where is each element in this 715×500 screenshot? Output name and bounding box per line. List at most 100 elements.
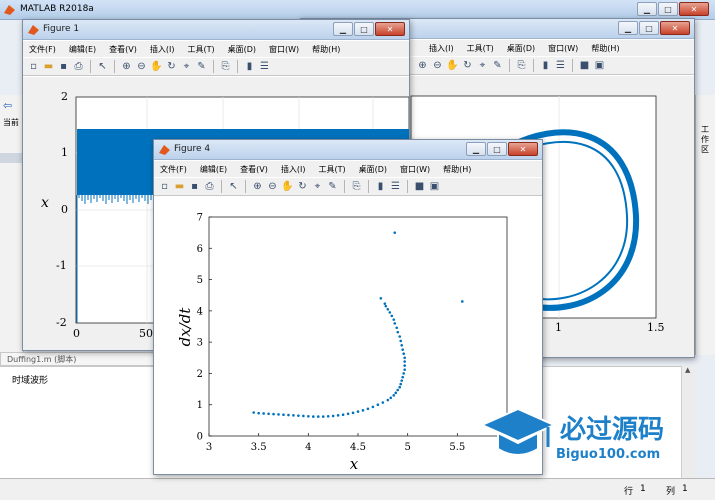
script-tab[interactable]: Duffing1.m (脚本) bbox=[0, 352, 160, 366]
menu-help[interactable]: 帮助(H) bbox=[312, 44, 340, 55]
hide-tools-icon[interactable]: ■ bbox=[413, 180, 426, 193]
new-figure-icon[interactable]: ▫ bbox=[158, 180, 171, 193]
menu-view[interactable]: 查看(V) bbox=[109, 44, 137, 55]
scatter-point bbox=[341, 413, 345, 417]
figure1-titlebar[interactable]: Figure 1 ▁ □ ✕ bbox=[23, 20, 409, 40]
rotate-icon[interactable]: ↻ bbox=[296, 180, 309, 193]
data-cursor-icon[interactable]: ⌖ bbox=[476, 59, 489, 72]
zoom-in-icon[interactable]: ⊕ bbox=[416, 59, 429, 72]
scatter-point bbox=[398, 335, 402, 338]
menu-tools[interactable]: 工具(T) bbox=[467, 43, 494, 54]
menu-edit[interactable]: 编辑(E) bbox=[69, 44, 96, 55]
zoom-out-icon[interactable]: ⊖ bbox=[266, 180, 279, 193]
close-button[interactable]: ✕ bbox=[508, 142, 538, 156]
pointer-icon[interactable]: ↖ bbox=[227, 180, 240, 193]
folder-row[interactable] bbox=[0, 153, 24, 163]
legend-icon[interactable]: ☰ bbox=[389, 180, 402, 193]
menu-help[interactable]: 帮助(H) bbox=[591, 43, 619, 54]
menu-desktop[interactable]: 桌面(D) bbox=[507, 43, 535, 54]
menu-desktop[interactable]: 桌面(D) bbox=[228, 44, 256, 55]
figure1-title: Figure 1 bbox=[43, 24, 80, 34]
scatter-point bbox=[371, 405, 375, 409]
scroll-up-icon[interactable]: ▲ bbox=[685, 366, 690, 374]
scatter-point bbox=[386, 307, 390, 311]
x-tick-label: 5 bbox=[404, 442, 410, 453]
data-cursor-icon[interactable]: ⌖ bbox=[311, 180, 324, 193]
open-file-icon[interactable]: ▬ bbox=[173, 180, 186, 193]
brush-icon[interactable]: ✎ bbox=[326, 180, 339, 193]
menu-view[interactable]: 查看(V) bbox=[240, 164, 268, 175]
print-icon[interactable]: ⎙ bbox=[203, 180, 216, 193]
command-scrollbar[interactable]: ▲ bbox=[681, 366, 695, 478]
scatter-point bbox=[257, 411, 260, 415]
pointer-icon[interactable]: ↖ bbox=[96, 60, 109, 73]
rotate-icon[interactable]: ↻ bbox=[165, 60, 178, 73]
close-button[interactable]: ✕ bbox=[679, 2, 709, 16]
figure4-menubar: 文件(F) 编辑(E) 查看(V) 插入(I) 工具(T) 桌面(D) 窗口(W… bbox=[154, 161, 542, 177]
scatter-point bbox=[401, 375, 404, 379]
save-icon[interactable]: ▪ bbox=[57, 60, 70, 73]
zoom-in-icon[interactable]: ⊕ bbox=[251, 180, 264, 193]
menu-window[interactable]: 窗口(W) bbox=[269, 44, 299, 55]
link-plot-icon[interactable]: ⎘ bbox=[350, 180, 363, 193]
brush-icon[interactable]: ✎ bbox=[491, 59, 504, 72]
open-file-icon[interactable]: ▬ bbox=[42, 60, 55, 73]
maximize-button[interactable]: □ bbox=[354, 22, 374, 36]
scatter-point bbox=[336, 414, 340, 417]
link-plot-icon[interactable]: ⎘ bbox=[515, 59, 528, 72]
menu-tools[interactable]: 工具(T) bbox=[187, 44, 214, 55]
show-tools-icon[interactable]: ▣ bbox=[428, 180, 441, 193]
brush-icon[interactable]: ✎ bbox=[195, 60, 208, 73]
pan-icon[interactable]: ✋ bbox=[281, 180, 294, 193]
scatter-point bbox=[346, 412, 350, 416]
menu-file[interactable]: 文件(F) bbox=[160, 164, 187, 175]
save-icon[interactable]: ▪ bbox=[188, 180, 201, 193]
print-icon[interactable]: ⎙ bbox=[72, 60, 85, 73]
maximize-button[interactable]: □ bbox=[487, 142, 507, 156]
data-cursor-icon[interactable]: ⌖ bbox=[180, 60, 193, 73]
menu-window[interactable]: 窗口(W) bbox=[400, 164, 430, 175]
show-tools-icon[interactable]: ▣ bbox=[593, 59, 606, 72]
maximize-button[interactable]: □ bbox=[658, 2, 678, 16]
minimize-button[interactable]: ▁ bbox=[333, 22, 353, 36]
close-button[interactable]: ✕ bbox=[660, 21, 690, 35]
menu-insert[interactable]: 插入(I) bbox=[150, 44, 175, 55]
zoom-out-icon[interactable]: ⊖ bbox=[431, 59, 444, 72]
zoom-out-icon[interactable]: ⊖ bbox=[135, 60, 148, 73]
menu-tools[interactable]: 工具(T) bbox=[318, 164, 345, 175]
legend-icon[interactable]: ☰ bbox=[258, 60, 271, 73]
minimize-button[interactable]: ▁ bbox=[618, 21, 638, 35]
maximize-button[interactable]: □ bbox=[639, 21, 659, 35]
command-text: 时域波形 bbox=[12, 376, 49, 386]
minimize-button[interactable]: ▁ bbox=[466, 142, 486, 156]
rotate-icon[interactable]: ↻ bbox=[461, 59, 474, 72]
menu-desktop[interactable]: 桌面(D) bbox=[359, 164, 387, 175]
graduation-cap-icon bbox=[479, 407, 557, 456]
close-button[interactable]: ✕ bbox=[375, 22, 405, 36]
menu-file[interactable]: 文件(F) bbox=[29, 44, 56, 55]
back-arrow-icon[interactable]: ⇦ bbox=[3, 99, 12, 112]
status-bar: 行 1 列 1 bbox=[0, 478, 715, 500]
link-plot-icon[interactable]: ⎘ bbox=[219, 60, 232, 73]
menu-window[interactable]: 窗口(W) bbox=[548, 43, 578, 54]
menu-insert[interactable]: 插入(I) bbox=[281, 164, 306, 175]
pan-icon[interactable]: ✋ bbox=[446, 59, 459, 72]
menu-help[interactable]: 帮助(H) bbox=[443, 164, 471, 175]
colorbar-icon[interactable]: ▮ bbox=[374, 180, 387, 193]
new-figure-icon[interactable]: ▫ bbox=[27, 60, 40, 73]
scatter-point bbox=[402, 372, 405, 375]
scatter-point bbox=[399, 382, 403, 386]
legend-icon[interactable]: ☰ bbox=[554, 59, 567, 72]
colorbar-icon[interactable]: ▮ bbox=[539, 59, 552, 72]
zoom-in-icon[interactable]: ⊕ bbox=[120, 60, 133, 73]
figure4-titlebar[interactable]: Figure 4 ▁ □ ✕ bbox=[154, 140, 542, 160]
watermark-url: Biguo100.com bbox=[556, 447, 661, 462]
menu-insert[interactable]: 插入(I) bbox=[429, 43, 454, 54]
minimize-button[interactable]: ▁ bbox=[637, 2, 657, 16]
hide-tools-icon[interactable]: ■ bbox=[578, 59, 591, 72]
colorbar-icon[interactable]: ▮ bbox=[243, 60, 256, 73]
scatter-point bbox=[252, 411, 255, 414]
watermark-brand: 必过源码 bbox=[560, 415, 665, 445]
pan-icon[interactable]: ✋ bbox=[150, 60, 163, 73]
menu-edit[interactable]: 编辑(E) bbox=[200, 164, 227, 175]
